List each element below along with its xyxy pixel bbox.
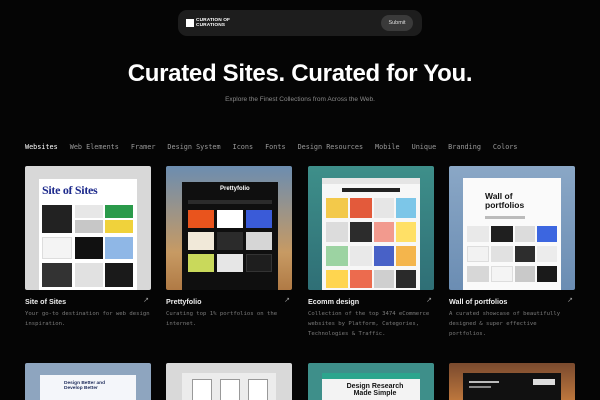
- site-thumbnail[interactable]: Prettyfolio: [166, 166, 292, 290]
- site-thumbnail[interactable]: [308, 166, 434, 290]
- thumb-logo-text: Site of Sites: [42, 183, 98, 197]
- external-link-icon[interactable]: ↗: [426, 296, 432, 304]
- tab-mobile[interactable]: Mobile: [375, 143, 400, 151]
- external-link-icon[interactable]: ↗: [284, 296, 290, 304]
- tab-fonts[interactable]: Fonts: [265, 143, 285, 151]
- card-description: Curating top 1% portfolios on the intern…: [166, 311, 278, 327]
- external-link-icon[interactable]: ↗: [143, 296, 149, 304]
- card-description: Collection of the top 3474 eCommerce web…: [308, 311, 430, 337]
- tab-unique[interactable]: Unique: [412, 143, 437, 151]
- tab-web-elements[interactable]: Web Elements: [70, 143, 119, 151]
- tab-icons[interactable]: Icons: [233, 143, 253, 151]
- top-bar: CURATION OF CURATIONS Submit: [178, 10, 422, 36]
- thumb-logo-text: Prettyfolio: [220, 186, 250, 192]
- tab-branding[interactable]: Branding: [448, 143, 481, 151]
- card-description: A curated showcase of beautifully design…: [449, 311, 561, 337]
- category-tabs: Websites Web Elements Framer Design Syst…: [25, 143, 517, 151]
- external-link-icon[interactable]: ↗: [567, 296, 573, 304]
- card-title[interactable]: Wall of portfolios: [449, 297, 507, 306]
- site-thumbnail[interactable]: Design Research Made Simple: [308, 363, 434, 400]
- card-title[interactable]: Ecomm design: [308, 297, 359, 306]
- thumb-logo-text: Design Research Made Simple: [346, 383, 404, 397]
- submit-button[interactable]: Submit: [381, 15, 413, 31]
- site-thumbnail[interactable]: Wall of portfolios: [449, 166, 575, 290]
- tab-design-resources[interactable]: Design Resources: [298, 143, 363, 151]
- page-subtitle: Explore the Finest Collections from Acro…: [225, 96, 375, 103]
- site-thumbnail[interactable]: Site of Sites: [25, 166, 151, 290]
- site-thumbnail[interactable]: Design Better and Develop Better: [25, 363, 151, 400]
- tab-framer[interactable]: Framer: [131, 143, 156, 151]
- tab-design-system[interactable]: Design System: [167, 143, 220, 151]
- logo-text: CURATION OF CURATIONS: [196, 18, 231, 28]
- page-title: Curated Sites. Curated for You.: [127, 60, 473, 87]
- thumb-logo-text: Design Better and Develop Better: [64, 381, 106, 391]
- logo[interactable]: CURATION OF CURATIONS: [186, 17, 234, 29]
- card-title[interactable]: Prettyfolio: [166, 297, 202, 306]
- logo-mark-icon: [186, 19, 194, 27]
- tab-colors[interactable]: Colors: [493, 143, 518, 151]
- thumb-logo-text: Wall of portfolios: [485, 191, 525, 210]
- site-thumbnail[interactable]: [166, 363, 292, 400]
- site-thumbnail[interactable]: [449, 363, 575, 400]
- card-title[interactable]: Site of Sites: [25, 297, 66, 306]
- card-description: Your go-to destination for web design in…: [25, 311, 150, 327]
- tab-websites[interactable]: Websites: [25, 143, 58, 151]
